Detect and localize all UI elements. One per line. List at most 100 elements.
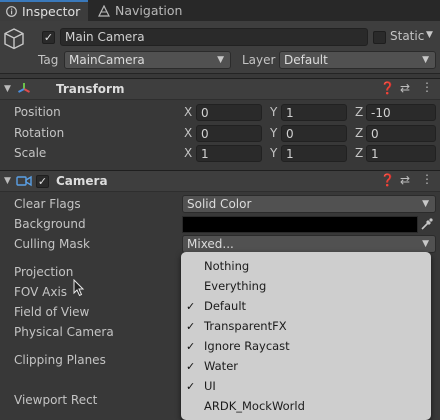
position-z-value: -10 bbox=[371, 105, 391, 120]
transform-title: Transform bbox=[56, 82, 125, 96]
checkmark-icon: ✓ bbox=[186, 359, 196, 373]
camera-enabled-checkbox[interactable]: ✓ bbox=[36, 175, 49, 188]
option-label: Default bbox=[204, 299, 247, 313]
option-label: Everything bbox=[204, 279, 267, 293]
static-checkbox[interactable] bbox=[373, 31, 386, 44]
scale-x-field[interactable]: 1 bbox=[196, 145, 262, 162]
option-label: ARDK_MockWorld bbox=[204, 399, 305, 413]
rotation-x-field[interactable]: 0 bbox=[196, 125, 262, 142]
option-label: TransparentFX bbox=[204, 319, 287, 333]
scale-z-value: 1 bbox=[371, 146, 379, 161]
layer-value: Default bbox=[284, 53, 328, 67]
gameobject-cube-icon bbox=[4, 28, 24, 50]
rotation-z-field[interactable]: 0 bbox=[366, 125, 436, 142]
position-z-field[interactable]: -10 bbox=[366, 104, 436, 121]
checkmark-icon: ✓ bbox=[186, 379, 196, 393]
tab-inspector-label: Inspector bbox=[22, 4, 81, 19]
tag-dropdown[interactable]: MainCamera ▼ bbox=[64, 51, 231, 69]
option-label: Ignore Raycast bbox=[204, 339, 290, 353]
camera-title: Camera bbox=[56, 174, 108, 188]
axis-y-label: Y bbox=[270, 126, 278, 140]
chevron-down-icon: ▼ bbox=[422, 199, 429, 209]
object-name-input[interactable]: Main Camera bbox=[60, 28, 368, 46]
culling-mask-popup: Nothing Everything ✓ Default ✓ Transpare… bbox=[181, 252, 431, 420]
culling-mask-value: Mixed... bbox=[187, 237, 234, 251]
scale-y-value: 1 bbox=[286, 146, 294, 161]
more-options-icon[interactable]: ⋮ bbox=[421, 172, 433, 186]
axis-y-label: Y bbox=[270, 105, 278, 119]
axis-y-label: Y bbox=[270, 146, 278, 160]
help-icon[interactable]: ❓ bbox=[380, 81, 395, 95]
checkmark-icon: ✓ bbox=[186, 319, 196, 333]
culling-mask-option-nothing[interactable]: Nothing bbox=[181, 256, 431, 276]
checkmark-icon: ✓ bbox=[186, 339, 196, 353]
culling-mask-dropdown[interactable]: Mixed... ▼ bbox=[182, 235, 436, 253]
axis-z-label: Z bbox=[355, 126, 364, 140]
option-label: Nothing bbox=[204, 259, 250, 273]
field-of-view-label: Field of View bbox=[14, 305, 90, 319]
axis-z-label: Z bbox=[355, 105, 364, 119]
clear-flags-dropdown[interactable]: Solid Color ▼ bbox=[182, 195, 436, 213]
position-y-field[interactable]: 1 bbox=[281, 104, 347, 121]
tab-navigation[interactable]: Navigation bbox=[92, 0, 202, 21]
culling-mask-option-ardk-mockworld[interactable]: ARDK_MockWorld bbox=[181, 396, 431, 416]
option-label: UI bbox=[204, 379, 216, 393]
tag-label: Tag bbox=[38, 53, 59, 67]
presets-icon[interactable]: ⇄ bbox=[400, 81, 410, 95]
checkmark-icon: ✓ bbox=[186, 299, 196, 313]
active-checkbox[interactable]: ✓ bbox=[42, 31, 55, 44]
culling-mask-option-water[interactable]: ✓ Water bbox=[181, 356, 431, 376]
layer-dropdown[interactable]: Default ▼ bbox=[279, 51, 436, 69]
rotation-label: Rotation bbox=[14, 126, 65, 140]
axis-x-label: X bbox=[184, 146, 193, 160]
rotation-y-value: 0 bbox=[286, 126, 294, 141]
culling-mask-option-default[interactable]: ✓ Default bbox=[181, 296, 431, 316]
axis-x-label: X bbox=[184, 105, 193, 119]
object-name-value: Main Camera bbox=[65, 30, 145, 44]
presets-icon[interactable]: ⇄ bbox=[400, 173, 410, 187]
rotation-z-value: 0 bbox=[371, 126, 379, 141]
transform-icon bbox=[18, 83, 30, 93]
eyedropper-icon[interactable] bbox=[420, 217, 434, 231]
fold-arrow-icon[interactable]: ▼ bbox=[4, 176, 11, 186]
tag-value: MainCamera bbox=[69, 53, 145, 67]
scale-x-value: 1 bbox=[201, 146, 209, 161]
fov-axis-label: FOV Axis bbox=[14, 285, 68, 299]
clear-flags-value: Solid Color bbox=[187, 197, 252, 211]
fold-arrow-icon[interactable]: ▼ bbox=[4, 84, 11, 94]
tab-navigation-label: Navigation bbox=[115, 3, 183, 18]
tab-inspector[interactable]: Inspector bbox=[0, 0, 88, 21]
scale-z-field[interactable]: 1 bbox=[366, 145, 436, 162]
chevron-down-icon: ▼ bbox=[422, 55, 429, 65]
scale-y-field[interactable]: 1 bbox=[281, 145, 347, 162]
scale-label: Scale bbox=[14, 146, 47, 160]
culling-mask-option-transparentfx[interactable]: ✓ TransparentFX bbox=[181, 316, 431, 336]
chevron-down-icon: ▼ bbox=[422, 239, 429, 249]
rotation-x-value: 0 bbox=[201, 126, 209, 141]
more-options-icon[interactable]: ⋮ bbox=[421, 80, 433, 94]
projection-label: Projection bbox=[14, 265, 74, 279]
culling-mask-option-ignore-raycast[interactable]: ✓ Ignore Raycast bbox=[181, 336, 431, 356]
option-label: Water bbox=[204, 359, 238, 373]
clipping-planes-label: Clipping Planes bbox=[14, 353, 106, 367]
info-icon bbox=[6, 6, 17, 17]
clear-flags-label: Clear Flags bbox=[14, 197, 81, 211]
background-color-swatch[interactable] bbox=[182, 216, 418, 233]
static-dropdown-caret[interactable]: ▼ bbox=[426, 30, 433, 40]
background-label: Background bbox=[14, 217, 86, 231]
culling-mask-option-ui[interactable]: ✓ UI bbox=[181, 376, 431, 396]
static-label: Static bbox=[390, 29, 425, 43]
camera-icon bbox=[16, 175, 32, 187]
rotation-y-field[interactable]: 0 bbox=[281, 125, 347, 142]
help-icon[interactable]: ❓ bbox=[380, 173, 395, 187]
position-label: Position bbox=[14, 105, 61, 119]
mouse-cursor-icon bbox=[73, 279, 85, 297]
culling-mask-option-everything[interactable]: Everything bbox=[181, 276, 431, 296]
position-y-value: 1 bbox=[286, 105, 294, 120]
physical-camera-label: Physical Camera bbox=[14, 325, 114, 339]
viewport-rect-label: Viewport Rect bbox=[14, 393, 98, 407]
axis-z-label: Z bbox=[355, 146, 364, 160]
position-x-value: 0 bbox=[201, 105, 209, 120]
position-x-field[interactable]: 0 bbox=[196, 104, 262, 121]
axis-x-label: X bbox=[184, 126, 193, 140]
